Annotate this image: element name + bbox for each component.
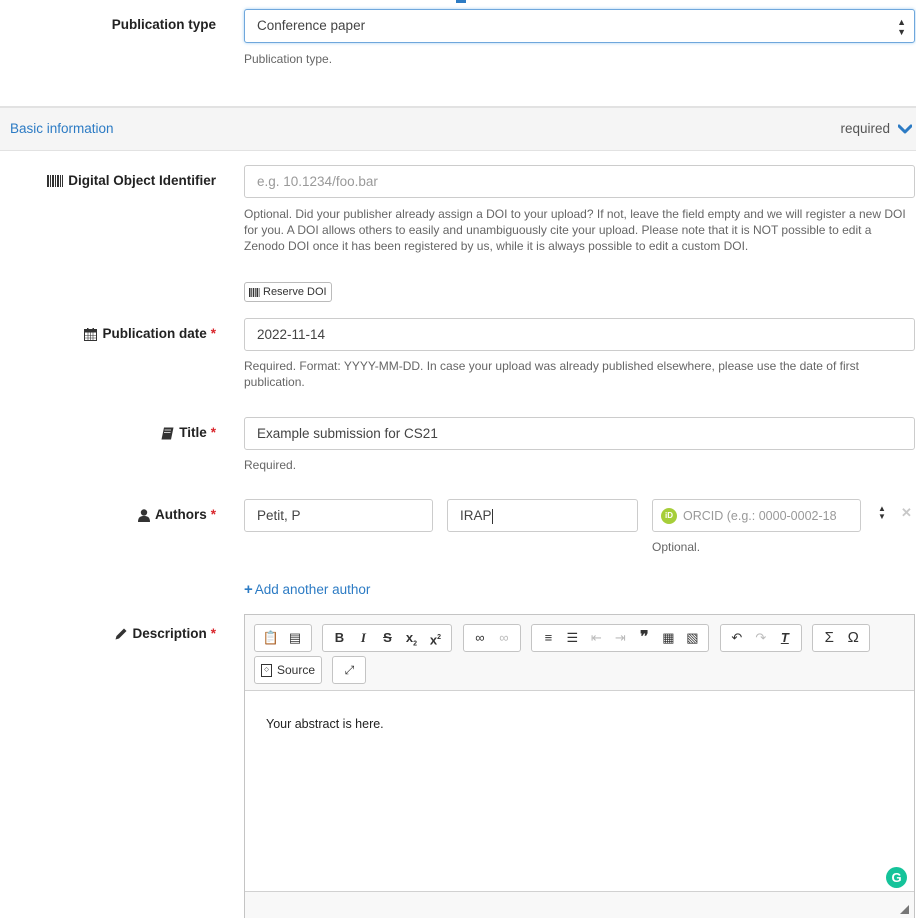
required-asterisk: * xyxy=(210,326,216,341)
section-title: Basic information xyxy=(10,121,114,136)
rich-text-editor: 📋 ▤ B I S x2 x2 ∞ ∞ ≡ ☰ ⇤ ⇥ ❞ ▦ ▧ ↶ ↷ T … xyxy=(244,614,915,918)
numbered-list-icon[interactable]: ≡ xyxy=(538,627,558,649)
math-sigma-icon[interactable]: Σ xyxy=(819,627,839,649)
title-label-text: Title xyxy=(179,425,207,440)
required-asterisk: * xyxy=(210,507,216,522)
plus-icon: + xyxy=(244,581,253,598)
title-label: Title * xyxy=(161,425,216,440)
publication-date-label: Publication date * xyxy=(84,326,216,341)
table-icon[interactable]: ▦ xyxy=(658,627,678,649)
description-label: Description * xyxy=(115,626,216,641)
select-arrows-icon: ▲ ▼ xyxy=(897,17,906,37)
doi-label: Digital Object Identifier xyxy=(47,173,216,188)
reserve-doi-button[interactable]: Reserve DOI xyxy=(244,282,332,302)
clipboard-group: 📋 ▤ xyxy=(254,624,312,652)
author-name-value: Petit, P xyxy=(257,508,301,523)
list-group: ≡ ☰ ⇤ ⇥ ❞ ▦ ▧ xyxy=(531,624,710,652)
doi-placeholder: e.g. 10.1234/foo.bar xyxy=(257,174,378,189)
top-link-fragment xyxy=(456,0,466,3)
authors-label-text: Authors xyxy=(154,507,207,522)
unlink-icon[interactable]: ∞ xyxy=(494,627,514,649)
bold-icon[interactable]: B xyxy=(329,627,349,649)
editor-text: Your abstract is here. xyxy=(266,717,384,731)
user-icon xyxy=(137,509,150,522)
author-affiliation-value: IRAP xyxy=(460,508,492,523)
editor-status-bar xyxy=(245,891,914,918)
barcode-icon xyxy=(47,175,64,188)
title-value: Example submission for CS21 xyxy=(257,426,438,441)
orcid-placeholder: ORCID (e.g.: 0000-0002-18 xyxy=(683,509,837,523)
publication-date-label-text: Publication date xyxy=(102,326,207,341)
paste-icon[interactable]: 📋 xyxy=(261,627,281,649)
maximize-icon: ⤢ xyxy=(344,663,355,677)
format-group: B I S x2 x2 xyxy=(322,624,453,652)
editor-toolbar: 📋 ▤ B I S x2 x2 ∞ ∞ ≡ ☰ ⇤ ⇥ ❞ ▦ ▧ ↶ ↷ T … xyxy=(245,615,914,691)
text-cursor xyxy=(491,508,493,524)
paste-from-word-icon[interactable]: ▤ xyxy=(285,627,305,649)
section-header[interactable]: Basic information required xyxy=(0,106,916,151)
show-blocks-icon[interactable]: ▧ xyxy=(682,627,702,649)
maximize-button[interactable]: ⤢ xyxy=(332,656,367,684)
remove-author-icon[interactable]: ✕ xyxy=(901,505,912,521)
orcid-help: Optional. xyxy=(652,540,701,554)
italic-icon[interactable]: I xyxy=(353,627,373,649)
required-asterisk: * xyxy=(210,425,216,440)
book-icon xyxy=(161,427,174,440)
redo-icon[interactable]: ↷ xyxy=(751,627,771,649)
outdent-icon[interactable]: ⇤ xyxy=(586,627,606,649)
resize-handle-icon[interactable] xyxy=(900,905,909,914)
reserve-doi-label: Reserve DOI xyxy=(263,286,327,298)
title-input[interactable]: Example submission for CS21 xyxy=(244,417,915,450)
link-group: ∞ ∞ xyxy=(462,624,521,652)
superscript-icon[interactable]: x2 xyxy=(425,627,445,649)
doi-input[interactable]: e.g. 10.1234/foo.bar xyxy=(244,165,915,198)
publication-type-label: Publication type xyxy=(111,17,216,32)
strikethrough-icon[interactable]: S xyxy=(377,627,397,649)
section-status: required xyxy=(840,121,890,136)
author-orcid-input[interactable]: iD ORCID (e.g.: 0000-0002-18 xyxy=(652,499,861,532)
publication-type-select[interactable]: Conference paper ▲ ▼ xyxy=(244,9,915,43)
sort-handle-icon[interactable]: ▲ ▼ xyxy=(878,505,886,521)
source-button[interactable]: ◇ Source xyxy=(254,656,323,684)
publication-type-help: Publication type. xyxy=(244,52,333,66)
editor-body[interactable]: Your abstract is here. G xyxy=(245,691,914,891)
add-author-label: Add another author xyxy=(254,582,371,597)
publication-type-value: Conference paper xyxy=(257,18,366,33)
barcode-icon xyxy=(249,287,260,297)
orcid-icon: iD xyxy=(661,508,677,525)
history-group: ↶ ↷ T xyxy=(719,624,802,652)
pencil-icon xyxy=(115,628,127,640)
publication-date-value: 2022-11-14 xyxy=(257,327,326,342)
calendar-icon xyxy=(84,327,98,341)
add-author-link[interactable]: + Add another author xyxy=(244,581,370,598)
author-affiliation-input[interactable]: IRAP xyxy=(447,499,638,532)
required-asterisk: * xyxy=(210,626,216,641)
undo-icon[interactable]: ↶ xyxy=(727,627,747,649)
subscript-icon[interactable]: x2 xyxy=(401,627,421,649)
publication-date-help: Required. Format: YYYY-MM-DD. In case yo… xyxy=(244,359,859,389)
bulleted-list-icon[interactable]: ☰ xyxy=(562,627,582,649)
title-help: Required. xyxy=(244,458,297,472)
indent-icon[interactable]: ⇥ xyxy=(610,627,630,649)
publication-date-input[interactable]: 2022-11-14 xyxy=(244,318,915,351)
description-label-text: Description xyxy=(132,626,207,641)
doi-help: Optional. Did your publisher already ass… xyxy=(244,207,906,253)
remove-format-icon[interactable]: T xyxy=(775,627,795,649)
chevron-down-icon[interactable] xyxy=(898,124,912,134)
author-name-input[interactable]: Petit, P xyxy=(244,499,433,532)
grammarly-icon[interactable]: G xyxy=(886,867,907,888)
authors-label: Authors * xyxy=(137,507,216,522)
blockquote-icon[interactable]: ❞ xyxy=(634,627,654,649)
source-icon: ◇ xyxy=(261,663,272,677)
source-label: Source xyxy=(277,663,316,677)
symbol-group: Σ Ω xyxy=(812,624,871,652)
doi-label-text: Digital Object Identifier xyxy=(68,173,216,188)
special-char-omega-icon[interactable]: Ω xyxy=(843,627,863,649)
link-icon[interactable]: ∞ xyxy=(470,627,490,649)
